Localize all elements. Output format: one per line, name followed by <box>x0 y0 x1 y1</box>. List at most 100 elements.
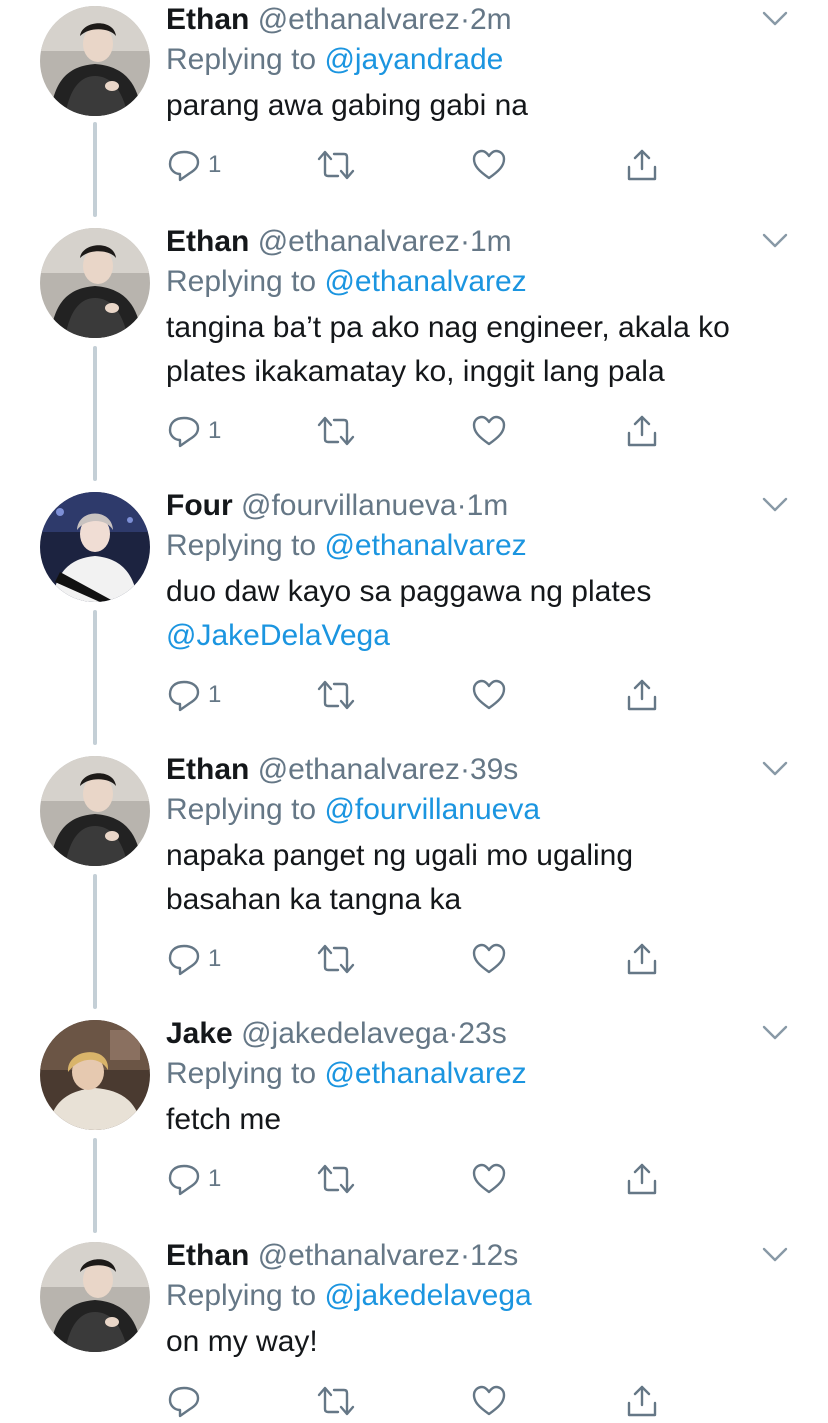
display-name[interactable]: Ethan <box>166 3 249 36</box>
user-handle[interactable]: @fourvillanueva <box>241 489 457 522</box>
replying-to-prefix: Replying to <box>166 1279 317 1312</box>
user-handle[interactable]: @ethanalvarez <box>258 1239 460 1272</box>
chevron-down-icon[interactable] <box>762 1246 788 1264</box>
reply-count: 1 <box>208 1165 222 1192</box>
replying-to-handle[interactable]: @jayandrade <box>324 43 503 76</box>
tweet-header: Four @fourvillanueva·1m <box>166 488 786 524</box>
replying-to-handle[interactable]: @ethanalvarez <box>324 265 526 298</box>
reply-button[interactable] <box>166 1383 208 1419</box>
retweet-button[interactable] <box>316 941 356 977</box>
like-button[interactable] <box>471 147 507 183</box>
retweet-button[interactable] <box>316 147 356 183</box>
replying-to-handle[interactable]: @ethanalvarez <box>324 529 526 562</box>
reply-count: 1 <box>208 681 222 708</box>
reply-button[interactable]: 1 <box>166 413 221 449</box>
share-button[interactable] <box>624 677 660 713</box>
tweet-header: Ethan @ethanalvarez·2m <box>166 2 786 38</box>
tweet-header: Ethan @ethanalvarez·39s <box>166 752 786 788</box>
tweet-header: Jake @jakedelavega·23s <box>166 1016 786 1052</box>
tweet-content: Ethan @ethanalvarez·1m Replying to @etha… <box>166 224 786 394</box>
tweet[interactable]: Ethan @ethanalvarez·2m Replying to @jaya… <box>0 2 828 202</box>
timestamp[interactable]: 2m <box>470 3 512 36</box>
replying-to-prefix: Replying to <box>166 265 317 298</box>
replying-to: Replying to @jayandrade <box>166 40 786 80</box>
chevron-down-icon[interactable] <box>762 1024 788 1042</box>
replying-to: Replying to @ethanalvarez <box>166 526 786 566</box>
tweet-text-line: on my way! <box>166 1325 318 1358</box>
replying-to-handle[interactable]: @fourvillanueva <box>324 793 540 826</box>
share-button[interactable] <box>624 1161 660 1197</box>
replying-to-prefix: Replying to <box>166 793 317 826</box>
tweet-actions: 1 <box>166 1161 666 1201</box>
tweet-actions: 1 <box>166 941 666 981</box>
chevron-down-icon[interactable] <box>762 10 788 28</box>
like-button[interactable] <box>471 1383 507 1419</box>
tweet-text: napaka panget ng ugali mo ugaling basaha… <box>166 834 786 922</box>
tweet-actions <box>166 1383 666 1423</box>
tweet-actions: 1 <box>166 413 666 453</box>
share-icon <box>624 147 660 183</box>
display-name[interactable]: Four <box>166 489 233 522</box>
replying-to-prefix: Replying to <box>166 1057 317 1090</box>
timestamp[interactable]: 1m <box>470 225 512 258</box>
timestamp[interactable]: 1m <box>467 489 509 522</box>
avatar[interactable] <box>40 756 150 866</box>
tweet[interactable]: Ethan @ethanalvarez·1m Replying to @etha… <box>0 224 828 474</box>
replying-to-prefix: Replying to <box>166 529 317 562</box>
like-button[interactable] <box>471 413 507 449</box>
like-button[interactable] <box>471 941 507 977</box>
tweet-text: duo daw kayo sa paggawa ng plates @JakeD… <box>166 570 786 658</box>
reply-button[interactable]: 1 <box>166 147 221 183</box>
share-button[interactable] <box>624 413 660 449</box>
share-button[interactable] <box>624 941 660 977</box>
tweet[interactable]: Four @fourvillanueva·1m Replying to @eth… <box>0 488 828 738</box>
reply-count: 1 <box>208 945 222 972</box>
reply-button[interactable]: 1 <box>166 941 221 977</box>
retweet-icon <box>316 1161 356 1197</box>
chevron-down-icon[interactable] <box>762 496 788 514</box>
retweet-icon <box>316 1383 356 1419</box>
display-name[interactable]: Ethan <box>166 753 249 786</box>
replying-to: Replying to @jakedelavega <box>166 1276 786 1316</box>
share-icon <box>624 1383 660 1419</box>
retweet-button[interactable] <box>316 1383 356 1419</box>
tweet-text-line: tangina ba’t pa ako nag engineer, akala … <box>166 311 730 344</box>
chevron-down-icon[interactable] <box>762 232 788 250</box>
retweet-button[interactable] <box>316 1161 356 1197</box>
user-handle[interactable]: @jakedelavega <box>241 1017 448 1050</box>
user-handle[interactable]: @ethanalvarez <box>258 3 460 36</box>
avatar[interactable] <box>40 1020 150 1130</box>
tweet-text: fetch me <box>166 1098 786 1142</box>
like-button[interactable] <box>471 677 507 713</box>
timestamp[interactable]: 12s <box>470 1239 518 1272</box>
avatar[interactable] <box>40 1242 150 1352</box>
timestamp[interactable]: 23s <box>458 1017 506 1050</box>
reply-button[interactable]: 1 <box>166 677 221 713</box>
tweet-header: Ethan @ethanalvarez·12s <box>166 1238 786 1274</box>
reply-button[interactable]: 1 <box>166 1161 221 1197</box>
chevron-down-icon[interactable] <box>762 760 788 778</box>
tweet[interactable]: Ethan @ethanalvarez·12s Replying to @jak… <box>0 1238 828 1418</box>
user-handle[interactable]: @ethanalvarez <box>258 225 460 258</box>
user-handle[interactable]: @ethanalvarez <box>258 753 460 786</box>
timestamp[interactable]: 39s <box>470 753 518 786</box>
retweet-button[interactable] <box>316 413 356 449</box>
display-name[interactable]: Ethan <box>166 225 249 258</box>
heart-icon <box>471 147 507 183</box>
like-button[interactable] <box>471 1161 507 1197</box>
replying-to-handle[interactable]: @ethanalvarez <box>324 1057 526 1090</box>
avatar[interactable] <box>40 492 150 602</box>
share-button[interactable] <box>624 147 660 183</box>
display-name[interactable]: Ethan <box>166 1239 249 1272</box>
separator-dot: · <box>448 1017 459 1050</box>
avatar[interactable] <box>40 228 150 338</box>
tweet[interactable]: Jake @jakedelavega·23s Replying to @etha… <box>0 1016 828 1216</box>
retweet-button[interactable] <box>316 677 356 713</box>
replying-to-handle[interactable]: @jakedelavega <box>324 1279 531 1312</box>
share-button[interactable] <box>624 1383 660 1419</box>
tweet-text: on my way! <box>166 1320 786 1364</box>
avatar[interactable] <box>40 6 150 116</box>
display-name[interactable]: Jake <box>166 1017 233 1050</box>
mention-link[interactable]: @JakeDelaVega <box>166 614 786 658</box>
tweet[interactable]: Ethan @ethanalvarez·39s Replying to @fou… <box>0 752 828 1002</box>
